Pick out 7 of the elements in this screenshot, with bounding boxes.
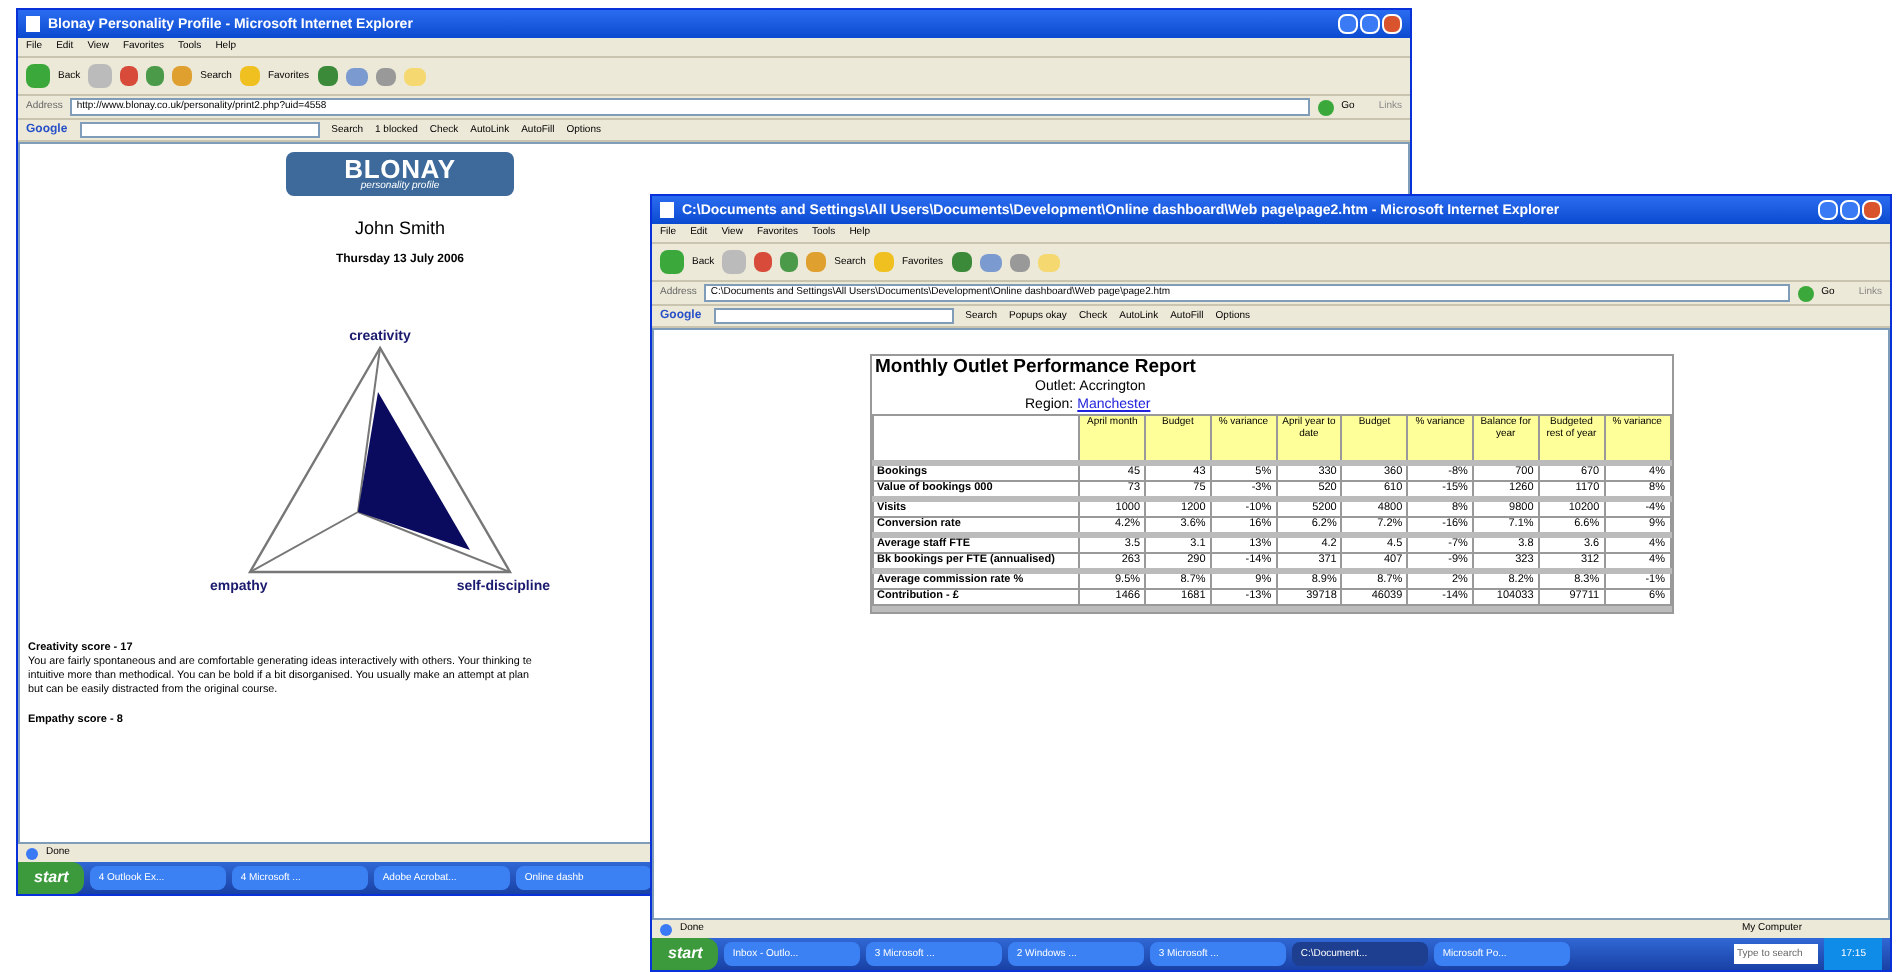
start-button[interactable]: start [18,862,85,894]
google-search-field[interactable] [79,122,320,138]
report-title: Monthly Outlet Performance Report [875,356,1198,378]
start-button[interactable]: start [652,938,719,970]
person-name: John Smith [354,220,446,238]
logo-name: BLONAY [344,156,456,182]
google-search-field[interactable] [713,308,954,324]
